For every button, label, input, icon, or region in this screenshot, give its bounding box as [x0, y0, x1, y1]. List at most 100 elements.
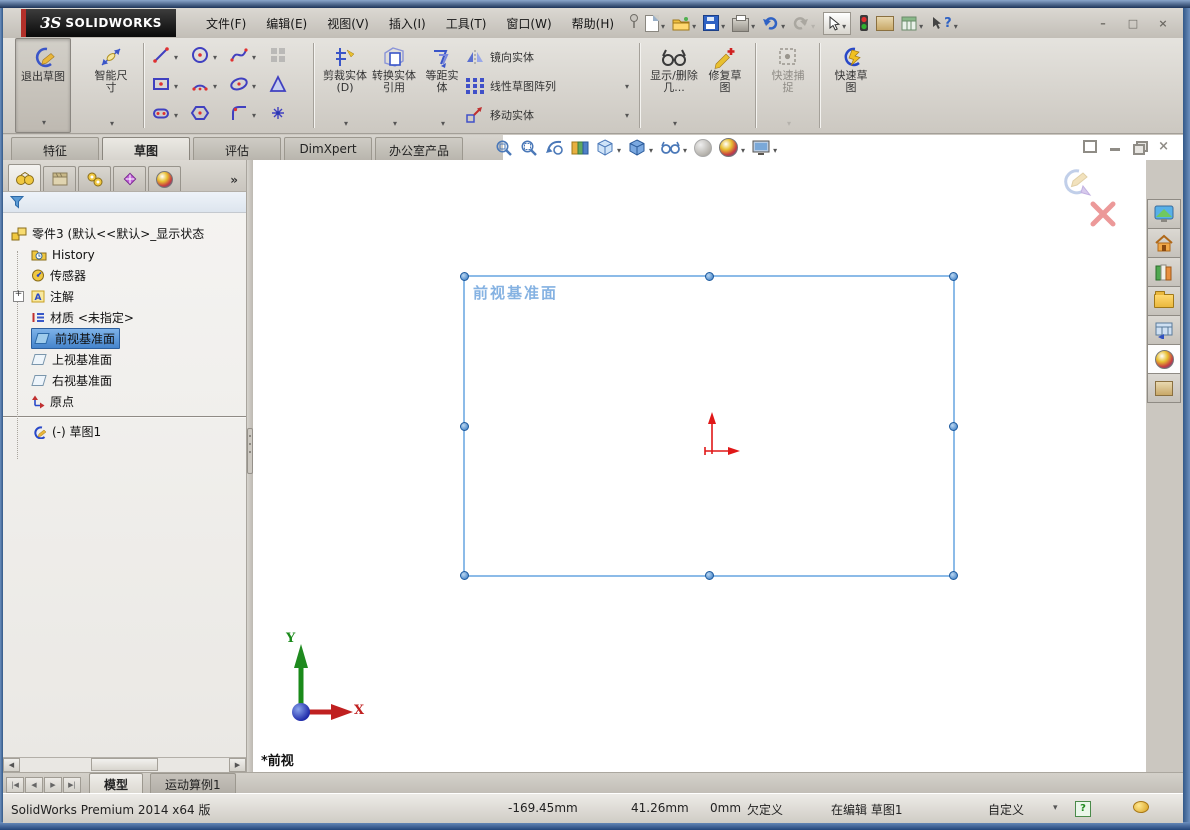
spline-tool[interactable]: [229, 45, 268, 65]
open-button[interactable]: [670, 13, 698, 34]
menu-edit[interactable]: 编辑(E): [266, 15, 307, 32]
scroll-track[interactable]: [20, 758, 229, 772]
plane-handle[interactable]: [949, 421, 958, 431]
convert-entities-button[interactable]: 转换实体引用: [369, 38, 419, 133]
print-button[interactable]: [730, 13, 757, 34]
doc-close-icon[interactable]: ×: [1158, 139, 1169, 154]
tab-dimxpert[interactable]: DimXpert: [284, 137, 372, 160]
apply-scene-button[interactable]: [719, 138, 745, 157]
tree-item-sensors[interactable]: 传感器: [9, 265, 246, 286]
undo-button[interactable]: [760, 13, 787, 34]
view-settings-button[interactable]: [752, 138, 777, 157]
propertymanager-tab[interactable]: [43, 166, 76, 191]
new-document-button[interactable]: [643, 13, 667, 34]
doc-minimize-icon[interactable]: [1110, 148, 1121, 151]
doc-restore-icon[interactable]: [1083, 140, 1098, 153]
tree-item-front-plane[interactable]: 前视基准面: [9, 328, 246, 349]
menu-help[interactable]: 帮助(H): [572, 15, 614, 32]
select-tool-button[interactable]: [823, 11, 852, 35]
linear-sketch-pattern-button[interactable]: 线性草图阵列: [465, 77, 633, 95]
scroll-left-button[interactable]: [3, 758, 20, 772]
edit-appearance-button[interactable]: [694, 138, 713, 157]
sketch-picture-tool[interactable]: [268, 45, 307, 65]
help-button[interactable]: ?: [928, 13, 960, 34]
plane-handle[interactable]: [704, 571, 714, 580]
line-tool[interactable]: [151, 45, 190, 65]
polygon-triangle-tool[interactable]: [268, 74, 307, 94]
tree-item-origin[interactable]: 原点: [9, 391, 246, 412]
save-button[interactable]: [701, 13, 727, 34]
menu-file[interactable]: 文件(F): [206, 15, 246, 32]
display-style-button[interactable]: [628, 138, 653, 157]
offset-entities-button[interactable]: 等距实体: [419, 38, 465, 133]
scroll-thumb[interactable]: [91, 758, 158, 771]
rebuild-button[interactable]: [857, 13, 871, 33]
plane-handle[interactable]: [460, 421, 469, 431]
menu-view[interactable]: 视图(V): [327, 15, 369, 32]
appearances-scenes-button[interactable]: [1147, 344, 1181, 374]
redo-button[interactable]: [790, 13, 817, 34]
previous-tab-button[interactable]: [25, 777, 43, 793]
confirmation-corner-cancel-icon[interactable]: [1089, 200, 1117, 232]
expand-plus-icon[interactable]: [13, 291, 24, 302]
quick-snaps-button[interactable]: 快速捕捉: [763, 38, 813, 133]
plane-handle[interactable]: [949, 272, 958, 281]
tree-item-annotations[interactable]: A 注解: [9, 286, 246, 307]
tab-features[interactable]: 特征: [11, 137, 99, 160]
graphics-viewport[interactable]: 前视基准面 Y X *前视: [253, 160, 1146, 772]
menu-tools[interactable]: 工具(T): [446, 15, 487, 32]
units-selector[interactable]: 自定义: [988, 801, 1024, 818]
view-orientation-button[interactable]: [596, 138, 621, 157]
plane-handle[interactable]: [460, 571, 469, 580]
next-tab-button[interactable]: [44, 777, 62, 793]
zoom-to-area-button[interactable]: [520, 139, 538, 156]
displaymanager-tab[interactable]: [148, 166, 181, 191]
rectangle-tool[interactable]: [151, 74, 190, 94]
arc-tool[interactable]: [190, 74, 229, 94]
custom-properties-button[interactable]: [1147, 373, 1181, 403]
hide-show-items-button[interactable]: [660, 138, 687, 157]
tree-item-right-plane[interactable]: 右视基准面: [9, 370, 246, 391]
last-tab-button[interactable]: [63, 777, 81, 793]
design-library-button[interactable]: [1147, 228, 1181, 258]
configurationmanager-tab[interactable]: [78, 166, 111, 191]
plane-handle[interactable]: [949, 571, 958, 580]
panel-expand-chevron[interactable]: [230, 173, 243, 191]
circle-tool[interactable]: [190, 45, 229, 65]
previous-view-button[interactable]: [545, 139, 564, 156]
tree-filter-row[interactable]: [3, 192, 246, 213]
plane-handle[interactable]: [704, 272, 714, 281]
quick-tip-help-icon[interactable]: [1075, 801, 1091, 817]
repair-sketch-button[interactable]: 修复草图: [701, 38, 749, 133]
first-tab-button[interactable]: [6, 777, 24, 793]
smart-dimension-button[interactable]: 智能尺寸: [85, 38, 137, 133]
rollback-bar[interactable]: [3, 416, 246, 418]
tab-evaluate[interactable]: 评估: [193, 137, 281, 160]
pushpin-icon[interactable]: [628, 13, 640, 33]
restore-button[interactable]: [1123, 17, 1143, 30]
panel-horizontal-scrollbar[interactable]: [3, 757, 246, 772]
plane-handle[interactable]: [460, 272, 469, 281]
zoom-to-fit-button[interactable]: [495, 139, 513, 156]
tree-item-sketch1[interactable]: (-) 草图1: [9, 421, 246, 442]
mirror-entities-button[interactable]: 镜向实体: [465, 48, 633, 66]
task-scheduler-button[interactable]: [899, 13, 925, 34]
display-delete-relations-button[interactable]: 显示/删除几...: [647, 38, 701, 133]
point-tool[interactable]: [268, 103, 307, 123]
model-tab[interactable]: 模型: [89, 773, 144, 793]
minimize-button[interactable]: [1093, 17, 1113, 30]
sketch-fillet-tool[interactable]: [229, 103, 268, 123]
rapid-sketch-button[interactable]: 快速草图: [827, 38, 875, 133]
exit-sketch-button[interactable]: 退出草图: [15, 38, 71, 133]
tree-item-history[interactable]: History: [9, 244, 246, 265]
menu-insert[interactable]: 插入(I): [389, 15, 426, 32]
tree-item-top-plane[interactable]: 上视基准面: [9, 349, 246, 370]
sketch-origin-marker[interactable]: [688, 410, 748, 469]
doc-cascade-icon[interactable]: [1133, 141, 1149, 155]
motion-study-tab[interactable]: 运动算例1: [150, 773, 236, 793]
menu-window[interactable]: 窗口(W): [506, 15, 551, 32]
featuremanager-tab[interactable]: [8, 164, 41, 191]
units-dropdown-caret[interactable]: ▾: [1053, 803, 1058, 813]
close-button[interactable]: [1153, 17, 1173, 30]
solidworks-resources-button[interactable]: [1147, 199, 1181, 229]
